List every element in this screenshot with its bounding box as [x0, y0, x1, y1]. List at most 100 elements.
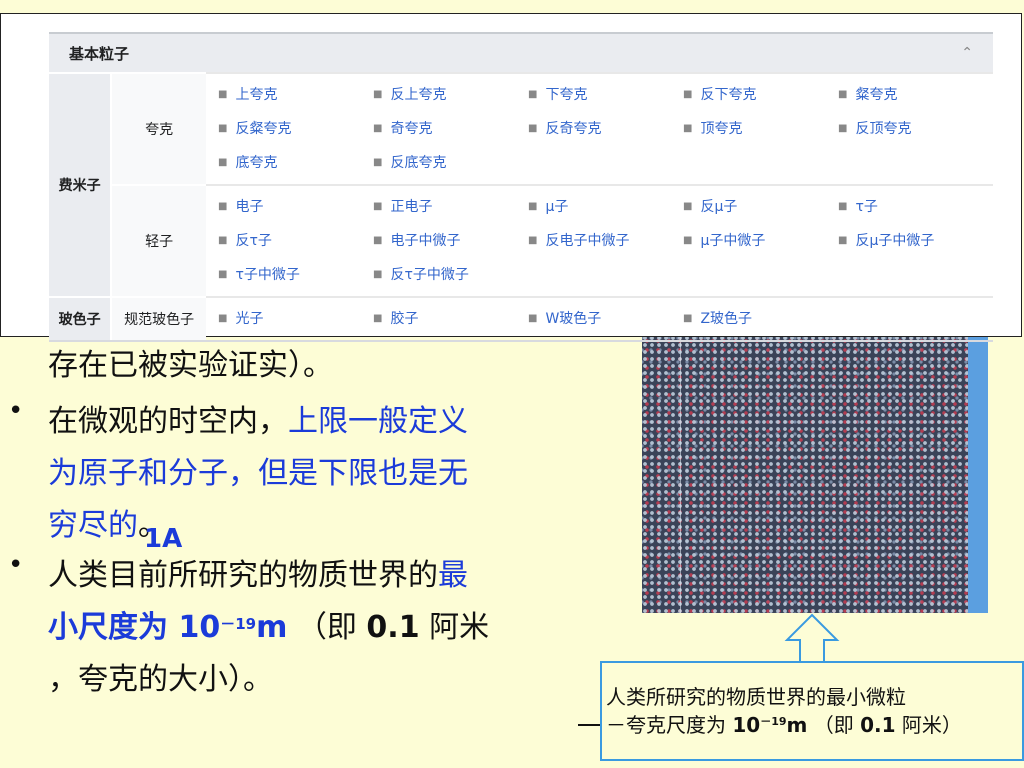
quark-item-label: 反上夸克 [390, 87, 447, 103]
quark-item-link[interactable]: ■ 底夸克 [218, 146, 373, 180]
quark-item-link[interactable]: ■ 下夸克 [528, 78, 683, 112]
photo-edge [968, 335, 988, 613]
lepton-item-link[interactable]: ■ 电子中微子 [373, 224, 528, 258]
list-bullet: ■ [683, 235, 693, 246]
subgroup-quark: 夸克 [110, 72, 206, 185]
quark-item-link[interactable]: ■ 反奇夸克 [528, 112, 683, 146]
list-bullet: ■ [838, 123, 848, 134]
list-bullet: ■ [218, 157, 228, 168]
quark-item-label: 下夸克 [545, 87, 588, 103]
quark-item-link[interactable]: ■ 反顶夸克 [838, 112, 993, 146]
list-bullet: ■ [373, 269, 383, 280]
bullet2-text-a: 人类目前所研究的物质世界的 [48, 558, 438, 593]
callout-value: 0.1 [860, 713, 896, 737]
lepton-item-link[interactable]: ■ 反μ子中微子 [838, 224, 993, 258]
lepton-item-label: 反电子中微子 [545, 233, 630, 249]
lepton-item-label: 电子 [235, 199, 264, 215]
quark-item-link[interactable]: ■ 上夸克 [218, 78, 373, 112]
navbox-header[interactable]: 基本粒子 ⌃ [49, 32, 993, 72]
lepton-item-label: 反μ子中微子 [855, 233, 935, 249]
quark-item-link[interactable]: ■ 反上夸克 [373, 78, 528, 112]
lepton-item-link[interactable]: ■ 正电子 [373, 190, 528, 224]
list-bullet: ■ [683, 123, 693, 134]
boson-item-link[interactable]: ■ 胶子 [373, 302, 528, 336]
bullet2-text-i: ，夸克的大小）。 [48, 662, 273, 697]
list-bullet: ■ [838, 201, 848, 212]
lepton-item-link[interactable]: ■ τ子 [838, 190, 993, 224]
list-bullet: ■ [528, 201, 538, 212]
list-bullet: ■ [683, 201, 693, 212]
list-bullet: ■ [683, 313, 693, 324]
list-bullet: ■ [218, 123, 228, 134]
boson-item-label: W玻色子 [545, 311, 602, 327]
quark-item-label: 反奇夸克 [545, 121, 602, 137]
lepton-item-label: τ子 [855, 199, 878, 215]
quark-item-link[interactable]: ■ 奇夸克 [373, 112, 528, 146]
list-bullet: ■ [373, 313, 383, 324]
subgroup-gauge-boson: 规范玻色子 [110, 296, 206, 340]
list-bullet: ■ [218, 269, 228, 280]
bullet2-unit: m [256, 610, 288, 645]
quark-item-link[interactable]: ■ 顶夸克 [683, 112, 838, 146]
slide-line-continued: 存在已被实验证实）。 [48, 348, 333, 383]
list-bullet: ■ [218, 313, 228, 324]
list-bullet: ■ [218, 89, 228, 100]
quark-photo [642, 335, 988, 613]
lepton-item-link[interactable]: ■ μ子 [528, 190, 683, 224]
list-bullet: ■ [528, 313, 538, 324]
bullet-microscopic-limits: • 在微观的时空内，上限一般定义 为原子和分子，但是下限也是无 穷尽的。 1A [8, 396, 588, 554]
lepton-item-label: 反τ子 [235, 233, 272, 249]
quark-item-label: 反粲夸克 [235, 121, 292, 137]
list-bullet: ■ [528, 235, 538, 246]
quark-item-link[interactable]: ■ 反下夸克 [683, 78, 838, 112]
group-fermion: 费米子 [49, 72, 112, 297]
list-bullet: ■ [218, 201, 228, 212]
callout-exponent: －19 [760, 715, 787, 728]
list-bullet: ■ [528, 89, 538, 100]
callout-line2e: （即 [807, 713, 861, 737]
quark-item-link[interactable]: ■ 反底夸克 [373, 146, 528, 180]
boson-item-label: 光子 [235, 311, 264, 327]
boson-item-link[interactable]: ■ W玻色子 [528, 302, 683, 336]
chevron-up-icon[interactable]: ⌃ [961, 45, 973, 61]
quark-item-label: 反下夸克 [700, 87, 757, 103]
lepton-item-link[interactable]: ■ 反τ子 [218, 224, 373, 258]
up-arrow-icon [784, 613, 840, 663]
lepton-item-link[interactable]: ■ 电子 [218, 190, 373, 224]
lepton-item-link[interactable]: ■ μ子中微子 [683, 224, 838, 258]
lepton-item-label: μ子 [545, 199, 569, 215]
lepton-item-link[interactable]: ■ τ子中微子 [218, 258, 373, 292]
boson-item-link[interactable]: ■ Z玻色子 [683, 302, 838, 336]
list-bullet: ■ [528, 123, 538, 134]
quark-item-label: 反顶夸克 [855, 121, 912, 137]
quark-item-label: 反底夸克 [390, 155, 447, 171]
bullet-dot: • [8, 550, 24, 580]
bullet-smallest-scale: • 人类目前所研究的物质世界的最 小尺度为 10－19m （即 0.1 阿米 ，… [8, 550, 588, 706]
list-bullet: ■ [838, 235, 848, 246]
navbox-bottom-border [49, 340, 993, 342]
lepton-item-link[interactable]: ■ 反电子中微子 [528, 224, 683, 258]
quark-item-label: 粲夸克 [855, 87, 898, 103]
lepton-item-label: 电子中微子 [390, 233, 461, 249]
quark-item-label: 顶夸克 [700, 121, 743, 137]
list-bullet: ■ [373, 235, 383, 246]
quark-item-link[interactable]: ■ 粲夸克 [838, 78, 993, 112]
lepton-item-label: 反μ子 [700, 199, 738, 215]
list-bullet: ■ [373, 157, 383, 168]
lepton-item-link[interactable]: ■ 反τ子中微子 [373, 258, 528, 292]
callout-box: 人类所研究的物质世界的最小微粒 －夸克尺度为 10－19m （即 0.1 阿米） [600, 661, 1024, 761]
callout-line2b: 10 [732, 713, 761, 737]
list-bullet: ■ [683, 89, 693, 100]
callout-line2a: －夸克尺度为 [606, 713, 733, 737]
bullet1-text-a: 在微观的时空内， [48, 404, 288, 439]
quark-item-link[interactable]: ■ 反粲夸克 [218, 112, 373, 146]
callout-line1: 人类所研究的物质世界的最小微粒 [606, 685, 906, 709]
bullet2-exponent: －19 [220, 615, 257, 633]
boson-item-link[interactable]: ■ 光子 [218, 302, 373, 336]
bullet2-value: 0.1 [366, 610, 420, 645]
lepton-item-link[interactable]: ■ 反μ子 [683, 190, 838, 224]
bullet2-text-h: 阿米 [419, 610, 490, 645]
lepton-item-label: 正电子 [390, 199, 433, 215]
quark-list: ■ 上夸克 ■ 反上夸克 ■ 下夸克 ■ 反下夸克 ■ 粲夸克 ■ 反粲夸克 ■ 奇夸克 ■ 反奇夸克 ■ 顶夸克… [206, 72, 993, 185]
subgroup-lepton: 轻子 [110, 184, 206, 297]
